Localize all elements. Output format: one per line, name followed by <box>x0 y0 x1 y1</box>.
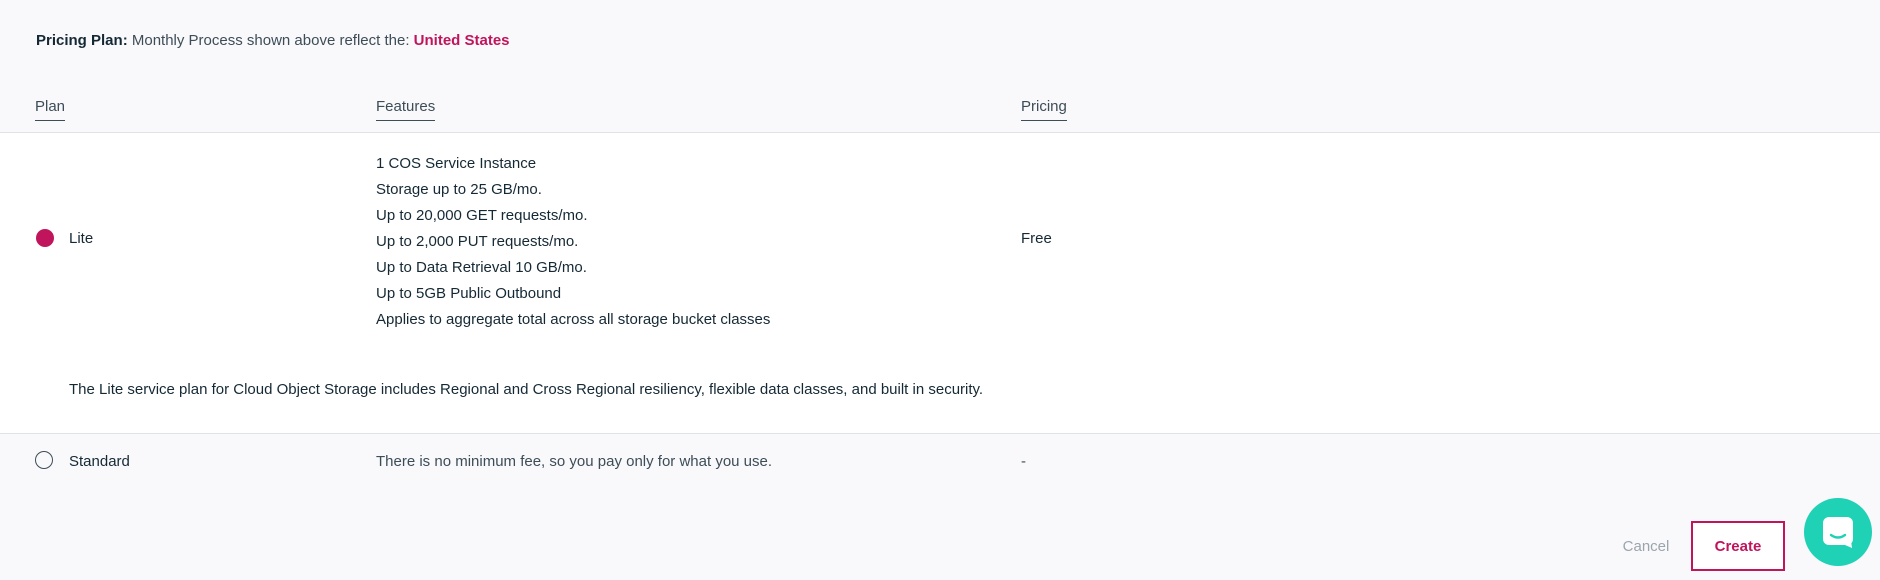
feature-item: Up to Data Retrieval 10 GB/mo. <box>376 259 587 276</box>
price-lite: Free <box>1021 230 1052 247</box>
create-button[interactable]: Create <box>1691 521 1785 571</box>
standard-radio-button[interactable] <box>35 451 53 469</box>
chat-launcher-button[interactable] <box>1804 498 1872 566</box>
pricing-plan-info: Pricing Plan: Monthly Process shown abov… <box>36 31 510 51</box>
chat-bubble-icon <box>1823 517 1853 548</box>
plan-name-lite: Lite <box>69 230 94 247</box>
column-header-pricing: Pricing <box>1021 97 1067 121</box>
feature-item: Up to 2,000 PUT requests/mo. <box>376 233 579 250</box>
plan-name-standard[interactable]: Standard <box>69 452 130 472</box>
lite-radio-button[interactable] <box>36 229 54 247</box>
pricing-plan-text: Monthly Process shown above reflect the: <box>131 32 410 49</box>
column-header-plan: Plan <box>35 97 66 121</box>
feature-item: Up to 20,000 GET requests/mo. <box>376 207 588 224</box>
standard-features-text: There is no minimum fee, so you pay only… <box>376 453 773 470</box>
column-header-features: Features <box>376 97 436 121</box>
lite-plan-description: The Lite service plan for Cloud Object S… <box>69 381 984 398</box>
feature-item: Storage up to 25 GB/mo. <box>376 181 542 198</box>
cancel-button[interactable]: Cancel <box>1606 537 1686 557</box>
feature-item: Applies to aggregate total across all st… <box>376 311 771 328</box>
pricing-country: United States <box>413 32 510 49</box>
lite-features-list: 1 COS Service Instance Storage up to 25 … <box>376 151 770 333</box>
price-standard: - <box>1021 453 1026 470</box>
feature-item: 1 COS Service Instance <box>376 155 537 172</box>
pricing-plan-label: Pricing Plan: <box>36 32 128 49</box>
feature-item: Up to 5GB Public Outbound <box>376 285 562 302</box>
row-divider <box>0 433 1880 434</box>
